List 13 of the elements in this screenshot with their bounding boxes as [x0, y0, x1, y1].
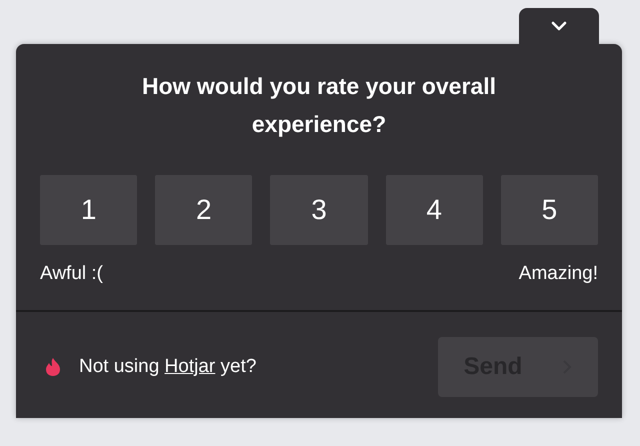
- scale-low-label: Awful :(: [40, 263, 104, 285]
- flame-icon: [44, 357, 62, 377]
- chevron-down-icon: [551, 21, 567, 31]
- survey-question: How would you rate your overall experience?: [140, 72, 497, 139]
- collapse-tab[interactable]: [519, 8, 599, 44]
- rating-option[interactable]: 3: [270, 175, 368, 245]
- rating-option[interactable]: 4: [386, 175, 483, 245]
- scale-high-label: Amazing!: [518, 263, 598, 285]
- hotjar-link[interactable]: Hotjar: [164, 356, 216, 377]
- promo-text: Not using Hotjar yet?: [79, 356, 256, 378]
- rating-option[interactable]: 2: [155, 175, 252, 245]
- rating-option[interactable]: 5: [500, 175, 598, 245]
- rating-option[interactable]: 1: [40, 175, 138, 245]
